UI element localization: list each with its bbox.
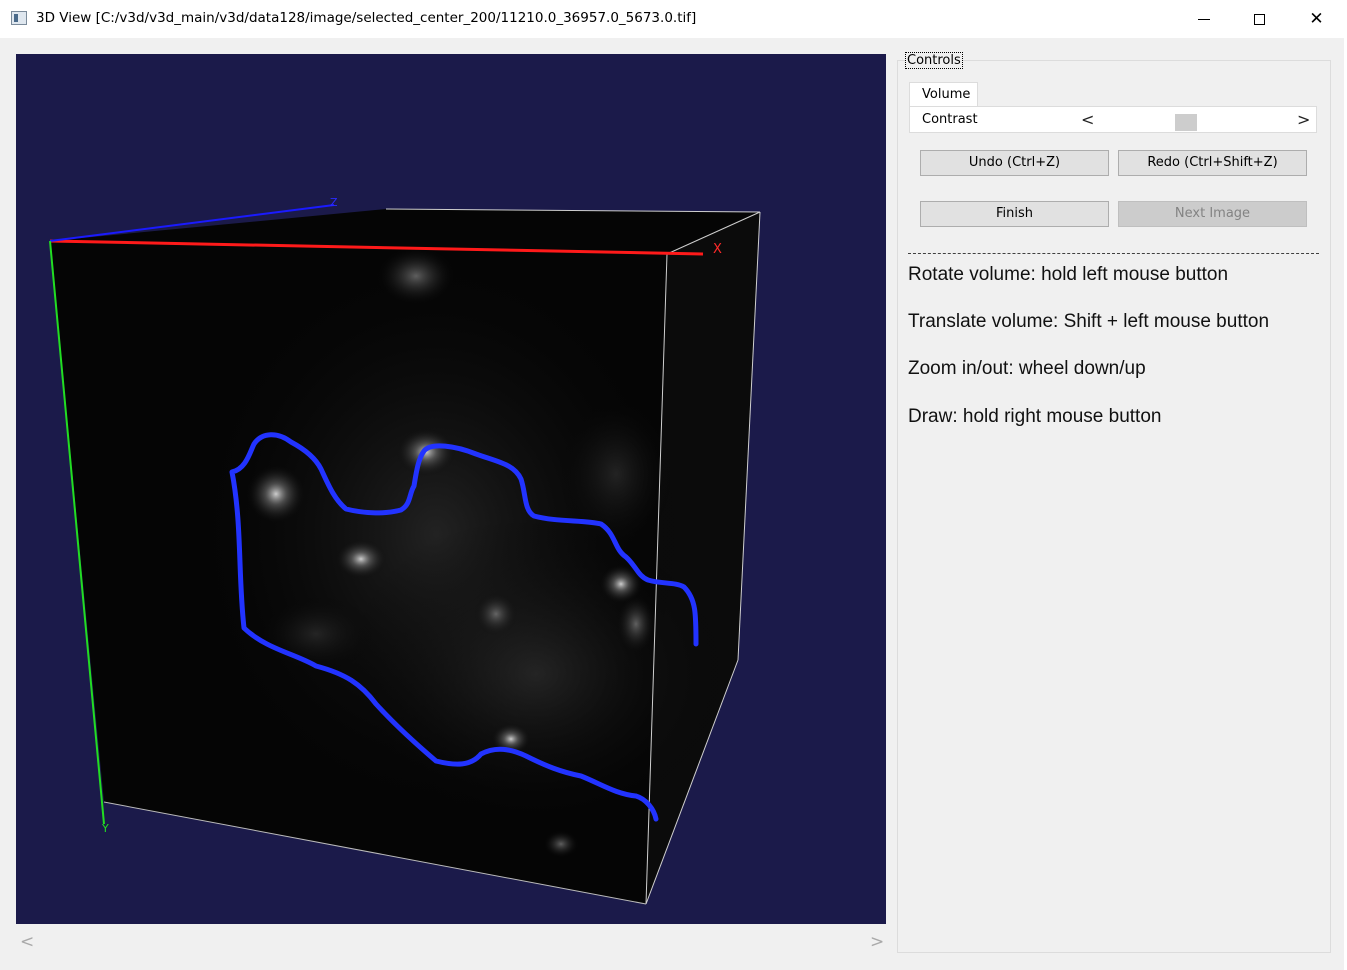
close-button[interactable]: ✕ [1288, 0, 1345, 38]
redo-button[interactable]: Redo (Ctrl+Shift+Z) [1118, 150, 1307, 176]
next-image-button[interactable]: Next Image [1118, 201, 1307, 227]
scroll-right-arrow[interactable]: > [870, 932, 884, 952]
y-axis-label: Y [101, 822, 109, 835]
help-translate: Translate volume: Shift + left mouse but… [908, 311, 1270, 332]
slider-left-arrow[interactable]: < [1081, 110, 1094, 129]
tab-volume[interactable]: Volume [909, 82, 978, 107]
controls-panel [897, 60, 1331, 953]
maximize-button[interactable] [1231, 0, 1288, 38]
divider [908, 253, 1319, 254]
slider-track[interactable] [1097, 111, 1293, 131]
title-bar: 3D View [C:/v3d/v3d_main/v3d/data128/ima… [0, 0, 1347, 39]
help-draw: Draw: hold right mouse button [908, 406, 1162, 427]
minimize-icon [1197, 18, 1210, 20]
slider-thumb[interactable] [1175, 114, 1197, 131]
close-icon: ✕ [1309, 9, 1324, 29]
scroll-left-arrow[interactable]: < [20, 932, 34, 952]
slider-right-arrow[interactable]: > [1297, 110, 1310, 129]
minimize-button[interactable] [1175, 0, 1232, 38]
horizontal-scrollbar[interactable]: < > [16, 930, 886, 954]
volume-render[interactable]: X Z Y [16, 54, 886, 924]
window-title: 3D View [C:/v3d/v3d_main/v3d/data128/ima… [36, 10, 697, 26]
undo-button[interactable]: Undo (Ctrl+Z) [920, 150, 1109, 176]
app-icon [11, 11, 27, 25]
contrast-label: Contrast [922, 112, 978, 127]
help-zoom: Zoom in/out: wheel down/up [908, 358, 1146, 379]
help-rotate: Rotate volume: hold left mouse button [908, 264, 1229, 285]
contrast-slider[interactable]: < > [1077, 108, 1316, 131]
x-axis-label: X [713, 242, 722, 257]
z-axis-label: Z [330, 196, 338, 209]
controls-group-title: Controls [905, 52, 963, 69]
maximize-icon [1254, 13, 1265, 25]
finish-button[interactable]: Finish [920, 201, 1109, 227]
volume-tab-pane: Contrast < > [909, 106, 1317, 133]
3d-viewport[interactable]: X Z Y [16, 54, 886, 924]
